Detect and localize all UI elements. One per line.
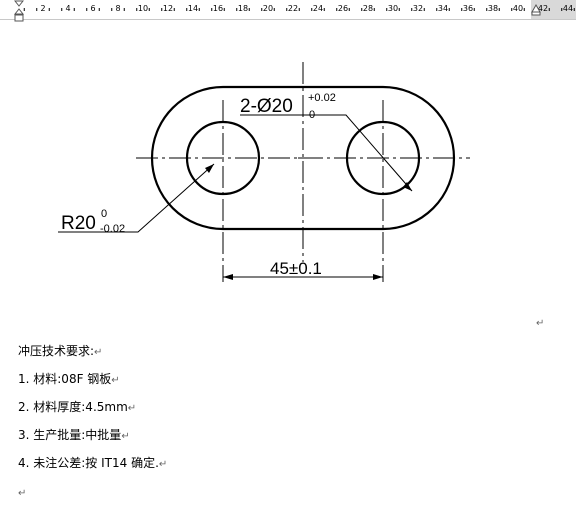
stamping-part-drawing: 2-Ø20 +0.02 0 R20 0 -0.02 45±0.1: [58, 62, 470, 282]
paragraph-mark: ↵: [536, 318, 545, 329]
hole-diameter-label: 2-Ø20: [240, 96, 293, 117]
ruler-number: 20: [262, 4, 274, 13]
requirements-heading: 冲压技术要求:↵: [18, 344, 102, 360]
dim-arrow-right: [373, 274, 383, 280]
ruler-number: 8: [115, 4, 121, 13]
ruler-number: 6: [90, 4, 96, 13]
ruler-number: 14: [187, 4, 199, 13]
ruler-number: 32: [412, 4, 424, 13]
requirement-text: 4. 未注公差:按 IT14 确定.: [18, 456, 159, 470]
paragraph-mark: ↵: [127, 403, 137, 414]
ruler-number: 12: [162, 4, 174, 13]
paragraph-mark: ↵: [111, 375, 120, 386]
ruler-number: 24: [312, 4, 324, 13]
requirement-item: 2. 材料厚度:4.5mm↵: [18, 400, 136, 416]
hole-diameter-upper-tol: +0.02: [308, 92, 336, 104]
ruler-number: 4: [65, 4, 71, 13]
radius-upper-tol: 0: [101, 208, 107, 220]
ruler-number: 34: [437, 4, 449, 13]
requirement-text: 1. 材料:08F 钢板: [18, 372, 112, 386]
ruler-number: 36: [462, 4, 474, 13]
hole-leader: [240, 114, 413, 192]
paragraph-mark: ↵: [18, 488, 27, 499]
hole-diameter-lower-tol: 0: [309, 109, 315, 121]
ruler-number: 38: [487, 4, 499, 13]
requirement-item: 3. 生产批量:中批量↵: [18, 428, 130, 444]
ruler-number: 18: [237, 4, 249, 13]
horizontal-ruler[interactable]: 2 4 6 8 10 12 14 16 18 20 22 24 26 28 30 32 34 36 38 40 42 44: [0, 0, 576, 22]
paragraph-mark: ↵: [158, 459, 168, 470]
requirement-item: 1. 材料:08F 钢板↵: [18, 372, 120, 388]
ruler-number: 40: [512, 4, 524, 13]
requirement-item: 4. 未注公差:按 IT14 确定.↵: [18, 456, 167, 472]
radius-lower-tol: -0.02: [100, 223, 125, 235]
ruler-number: 22: [287, 4, 299, 13]
ruler-number: 2: [40, 4, 46, 13]
radius-leader-arrow: [205, 164, 214, 173]
requirement-text: 3. 生产批量:中批量: [18, 428, 122, 442]
indent-marker-icon[interactable]: [14, 0, 24, 22]
requirement-text: 2. 材料厚度:4.5mm: [18, 400, 128, 414]
ruler-number: 10: [137, 4, 149, 13]
ruler-number: 30: [387, 4, 399, 13]
paragraph-mark: ↵: [121, 431, 130, 442]
tab-stop-icon[interactable]: [531, 4, 541, 16]
center-lines: [136, 62, 470, 282]
heading-text: 冲压技术要求:: [18, 344, 95, 358]
paragraph-mark: ↵: [94, 347, 103, 358]
radius-label: R20: [61, 213, 96, 234]
ruler-number: 26: [337, 4, 349, 13]
ruler-number: 44: [562, 4, 574, 13]
dim-arrow-left: [223, 274, 233, 280]
spacing-dimension-label: 45±0.1: [270, 259, 322, 278]
hole-leader-arrow: [403, 182, 412, 191]
ruler-number: 16: [212, 4, 224, 13]
ruler-number: 28: [362, 4, 374, 13]
